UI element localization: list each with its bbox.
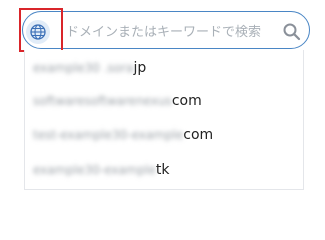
search-input[interactable] xyxy=(66,19,276,45)
suggestion-blurred-name: test-example30-example xyxy=(33,128,184,142)
highlight-annotation xyxy=(19,8,63,52)
suggestion-item[interactable]: test-example30-example com xyxy=(33,124,213,146)
suggestion-item[interactable]: example30 .sora jp xyxy=(33,57,146,79)
suggestion-tld: jp xyxy=(133,60,147,76)
suggestion-item[interactable]: example30-example tk xyxy=(33,159,170,181)
suggestion-tld: com xyxy=(183,127,214,143)
search-icon[interactable] xyxy=(282,22,302,42)
suggestion-blurred-name: example30-example xyxy=(33,163,156,177)
suggestion-tld: com xyxy=(171,93,202,109)
suggestion-tld: tk xyxy=(155,162,170,178)
suggestion-blurred-name: softwaresoftwarenexus xyxy=(33,94,172,108)
suggestion-item[interactable]: softwaresoftwarenexus com xyxy=(33,90,202,112)
suggestion-blurred-name: example30 .sora xyxy=(33,61,134,75)
